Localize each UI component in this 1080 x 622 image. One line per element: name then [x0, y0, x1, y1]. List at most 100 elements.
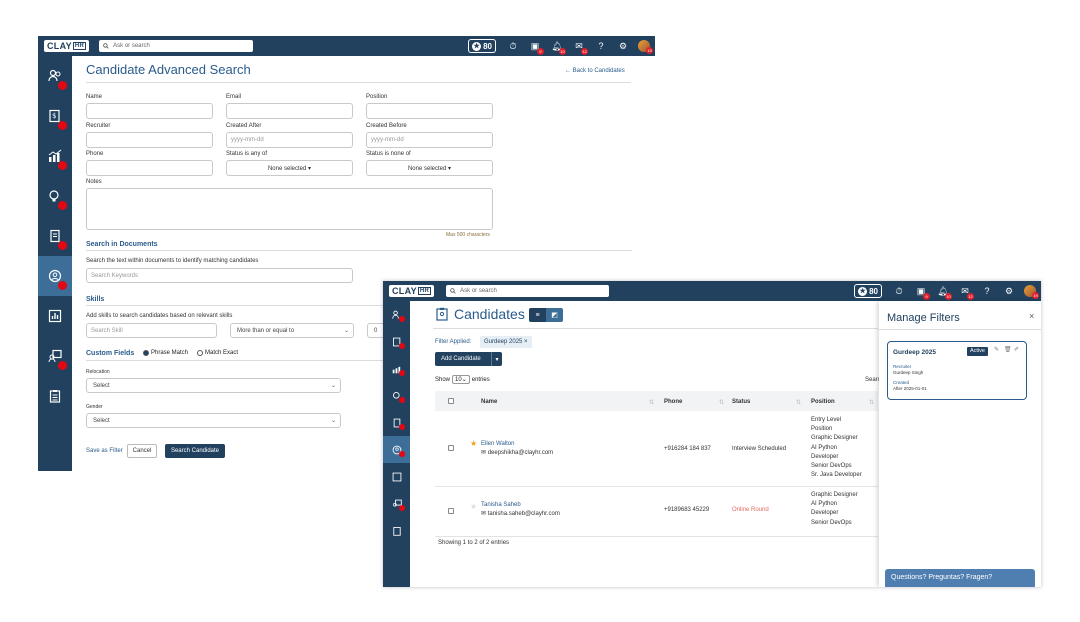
sidebar-item-billing[interactable] [383, 328, 410, 355]
star-icon: ★ [472, 41, 482, 51]
match-exact-radio[interactable]: Match Exact [197, 350, 238, 356]
sidebar-item-candidates[interactable] [383, 436, 410, 463]
sidebar-item-reports[interactable] [383, 463, 410, 490]
sidebar-item-people[interactable] [383, 301, 410, 328]
status-none-dropdown[interactable]: None selected ▾ [366, 160, 493, 176]
gear-icon[interactable]: ⚙ [612, 36, 634, 56]
bell-icon[interactable]: 🔔︎ 10 [932, 281, 954, 301]
chevron-down-icon: ⌄ [343, 328, 349, 334]
points-badge[interactable]: ★ 80 [468, 39, 496, 53]
gear-icon[interactable]: ⚙ [998, 281, 1020, 301]
created-after-label: Created After [226, 123, 262, 129]
column-phone[interactable]: Phone [664, 399, 682, 405]
table-row[interactable]: ★ Tanisha Saheb ✉ tanisha.saheb@clayhr.c… [435, 487, 878, 537]
star-icon[interactable]: ★ [470, 439, 477, 448]
star-outline-icon[interactable]: ★ [470, 502, 477, 511]
bell-icon[interactable]: 🔔︎ 10 [546, 36, 568, 56]
documents-section-title: Search in Documents [86, 241, 158, 248]
table-row[interactable]: ★ Ellen Walton ✉ deepshikha@clayhr.com +… [435, 411, 878, 487]
top-bar: CLAY HR Ask or search ★ 80 ⏱ ▣ 9 🔔︎ 10 ✉ 12 ?… [38, 36, 655, 56]
sidebar-item-growth[interactable] [383, 355, 410, 382]
row-checkbox[interactable] [448, 508, 454, 514]
skill-comparator-select[interactable]: More than or equal to ⌄ [230, 323, 354, 338]
clayhr-logo[interactable]: CLAY HR [44, 40, 90, 52]
created-after-input[interactable]: yyyy-mm-dd [226, 132, 353, 148]
edit-icon[interactable]: ✎ [994, 346, 999, 353]
points-badge[interactable]: ★ 80 [854, 284, 882, 298]
candidate-name-link[interactable]: Tanisha Saheb [481, 501, 521, 510]
apps-icon[interactable]: ▣ 9 [910, 281, 932, 301]
global-search-input[interactable]: Ask or search [446, 285, 610, 297]
timer-icon[interactable]: ⏱ [502, 36, 524, 56]
sidebar-item-candidates[interactable] [38, 256, 72, 296]
sidebar-item-checklist[interactable] [383, 517, 410, 544]
select-all-checkbox[interactable] [448, 398, 454, 404]
sidebar-item-ideas[interactable] [383, 382, 410, 409]
candidates-window: CLAY HR Ask or search ★ 80 ⏱ ▣ 9 🔔︎ 10 ✉ 12 ?… [383, 281, 1041, 587]
sidebar-item-people[interactable] [38, 56, 72, 96]
status-any-dropdown[interactable]: None selected ▾ [226, 160, 353, 176]
candidate-name-link[interactable]: Ellen Walton [481, 440, 514, 449]
candidate-phone: +9189683 45229 [664, 507, 710, 513]
apps-icon[interactable]: ▣ 9 [524, 36, 546, 56]
phone-input[interactable] [86, 160, 213, 176]
gender-select[interactable]: Select ⌄ [86, 413, 341, 428]
close-icon[interactable]: × [1029, 311, 1034, 321]
search-candidate-button[interactable]: Search Candidate [165, 444, 225, 458]
relocation-select[interactable]: Select ⌄ [86, 378, 341, 393]
avatar[interactable]: 19 [1024, 285, 1039, 299]
avatar[interactable]: 19 [638, 40, 653, 54]
column-position[interactable]: Position [811, 399, 835, 405]
sidebar-item-documents[interactable] [383, 409, 410, 436]
timer-icon[interactable]: ⏱ [888, 281, 910, 301]
sidebar-item-growth[interactable] [38, 136, 72, 176]
chevron-down-icon: ⌄ [330, 418, 336, 424]
row-checkbox[interactable] [448, 445, 454, 451]
card-view-button[interactable]: ◩ [546, 308, 563, 322]
save-as-filter-link[interactable]: Save as Filter [86, 444, 123, 458]
page-title: Candidate Advanced Search [86, 62, 251, 77]
sidebar-item-ideas[interactable] [38, 176, 72, 216]
sidebar-item-onboarding[interactable] [38, 336, 72, 376]
email-input[interactable] [226, 103, 353, 119]
pin-icon[interactable]: ✐ [1014, 346, 1019, 353]
sidebar-item-checklist[interactable] [38, 376, 72, 416]
trash-icon[interactable]: 🗑︎ [1004, 346, 1012, 353]
list-view-button[interactable]: ≡ [529, 308, 546, 322]
sidebar-item-documents[interactable] [38, 216, 72, 256]
add-candidate-button[interactable]: Add Candidate ▾ [435, 352, 502, 366]
clipboard-icon [392, 526, 401, 536]
sidebar-item-billing[interactable]: $ [38, 96, 72, 136]
filter-chip[interactable]: Gurdeep 2025 × [480, 336, 532, 348]
status-none-label: Status is none of [366, 151, 411, 157]
column-name[interactable]: Name [481, 399, 497, 405]
mail-icon[interactable]: ✉ 12 [568, 36, 590, 56]
position-input[interactable] [366, 103, 493, 119]
help-icon[interactable]: ? [976, 281, 998, 301]
sidebar-item-reports[interactable] [38, 296, 72, 336]
search-icon [450, 288, 456, 294]
name-input[interactable] [86, 103, 213, 119]
help-chat-button[interactable]: Questions? Preguntas? Fragen? [885, 569, 1035, 587]
entries-select[interactable]: 10 ⌄ [452, 375, 470, 384]
cancel-button[interactable]: Cancel [127, 444, 157, 458]
mail-icon[interactable]: ✉ 12 [954, 281, 976, 301]
document-keywords-input[interactable]: Search Keywords [86, 268, 353, 283]
column-status[interactable]: Status [732, 399, 750, 405]
phrase-match-radio[interactable]: Phrase Match [143, 350, 188, 356]
skill-search-input[interactable]: Search Skill [86, 323, 217, 338]
saved-filter-card[interactable]: Gurdeep 2025 Active ✎ 🗑︎ ✐ Recruiter Gur… [887, 341, 1027, 400]
entries-length-control: Show 10 ⌄ entries [435, 375, 490, 384]
clayhr-logo[interactable]: CLAY HR [389, 285, 435, 297]
notes-textarea[interactable] [86, 188, 493, 230]
sidebar-item-onboarding[interactable] [383, 490, 410, 517]
status-any-label: Status is any of [226, 151, 268, 157]
global-search-input[interactable]: Ask or search [99, 40, 254, 52]
recruiter-input[interactable] [86, 132, 213, 148]
created-before-input[interactable]: yyyy-mm-dd [366, 132, 493, 148]
clipboard-icon [49, 390, 61, 403]
candidate-status: Online Round [732, 507, 769, 513]
help-icon[interactable]: ? [590, 36, 612, 56]
back-to-candidates-link[interactable]: ← Back to Candidates [565, 68, 625, 74]
custom-fields-title: Custom Fields [86, 350, 135, 357]
